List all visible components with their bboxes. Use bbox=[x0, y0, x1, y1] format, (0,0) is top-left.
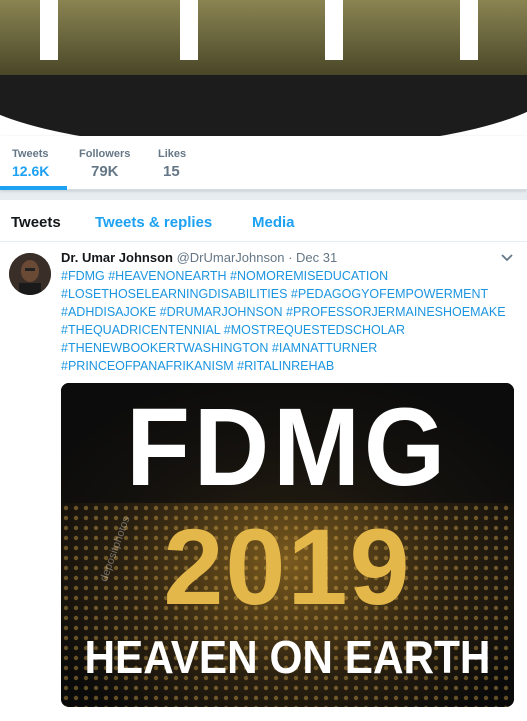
hashtag-line[interactable]: #PRINCEOFPANAFRIKANISM #RITALINREHAB bbox=[61, 357, 511, 375]
author-name[interactable]: Dr. Umar Johnson bbox=[61, 250, 173, 265]
hashtag-line[interactable]: #LOSETHOSELEARNINGDISABILITIES #PEDAGOGY… bbox=[61, 285, 511, 303]
hashtag-line[interactable]: #THENEWBOOKERTWASHINGTON #IAMNATTURNER bbox=[61, 339, 511, 357]
author-handle[interactable]: @DrUmarJohnson bbox=[177, 250, 285, 265]
active-stat-indicator bbox=[0, 186, 67, 190]
stat-followers-value: 79K bbox=[91, 163, 119, 180]
stat-likes-label: Likes bbox=[158, 148, 187, 160]
tweet-text: #FDMG #HEAVENONEARTH #NOMOREMISEDUCATION… bbox=[61, 267, 511, 375]
stat-likes-value: 15 bbox=[163, 163, 180, 180]
stat-likes[interactable]: Likes 15 bbox=[158, 148, 186, 180]
hashtag-line[interactable]: #THEQUADRICENTENNIAL #MOSTREQUESTEDSCHOL… bbox=[61, 321, 511, 339]
avatar[interactable] bbox=[9, 253, 51, 295]
stat-tweets[interactable]: Tweets 12.6K bbox=[12, 148, 49, 179]
tweet-date[interactable]: Dec 31 bbox=[296, 250, 337, 265]
avatar-image bbox=[9, 253, 51, 295]
tab-media[interactable]: Media bbox=[252, 214, 295, 231]
stat-followers[interactable]: Followers 79K bbox=[79, 148, 130, 180]
stat-tweets-value: 12.6K bbox=[12, 163, 50, 179]
chevron-down-icon[interactable] bbox=[501, 254, 513, 262]
tab-tweets[interactable]: Tweets bbox=[11, 214, 61, 231]
hashtag-line[interactable]: #FDMG #HEAVENONEARTH #NOMOREMISEDUCATION bbox=[61, 267, 511, 285]
timeline-tabs: Tweets Tweets & replies Media bbox=[0, 200, 527, 242]
profile-banner bbox=[0, 0, 527, 136]
stat-followers-label: Followers bbox=[79, 148, 131, 160]
media-year: 2019 bbox=[163, 506, 412, 627]
stat-tweets-label: Tweets bbox=[12, 148, 49, 160]
tweet[interactable]: Dr. Umar Johnson @DrUmarJohnson · Dec 31… bbox=[0, 242, 527, 721]
tweet-header: Dr. Umar Johnson @DrUmarJohnson · Dec 31 bbox=[61, 250, 337, 265]
media-subtitle: HEAVEN ON EARTH bbox=[84, 631, 491, 683]
banner-logo bbox=[0, 0, 527, 136]
profile-stats-bar: Tweets 12.6K Followers 79K Likes 15 bbox=[0, 136, 527, 190]
media-title: FDMG bbox=[126, 386, 449, 509]
hashtag-line[interactable]: #ADHDISAJOKE #DRUMARJOHNSON #PROFESSORJE… bbox=[61, 303, 511, 321]
tweet-media-image[interactable]: FDMG 2019 HEAVEN ON EARTH depositphotos bbox=[61, 383, 514, 707]
header-separator: · bbox=[288, 250, 293, 265]
tab-tweets-and-replies[interactable]: Tweets & replies bbox=[95, 214, 212, 231]
